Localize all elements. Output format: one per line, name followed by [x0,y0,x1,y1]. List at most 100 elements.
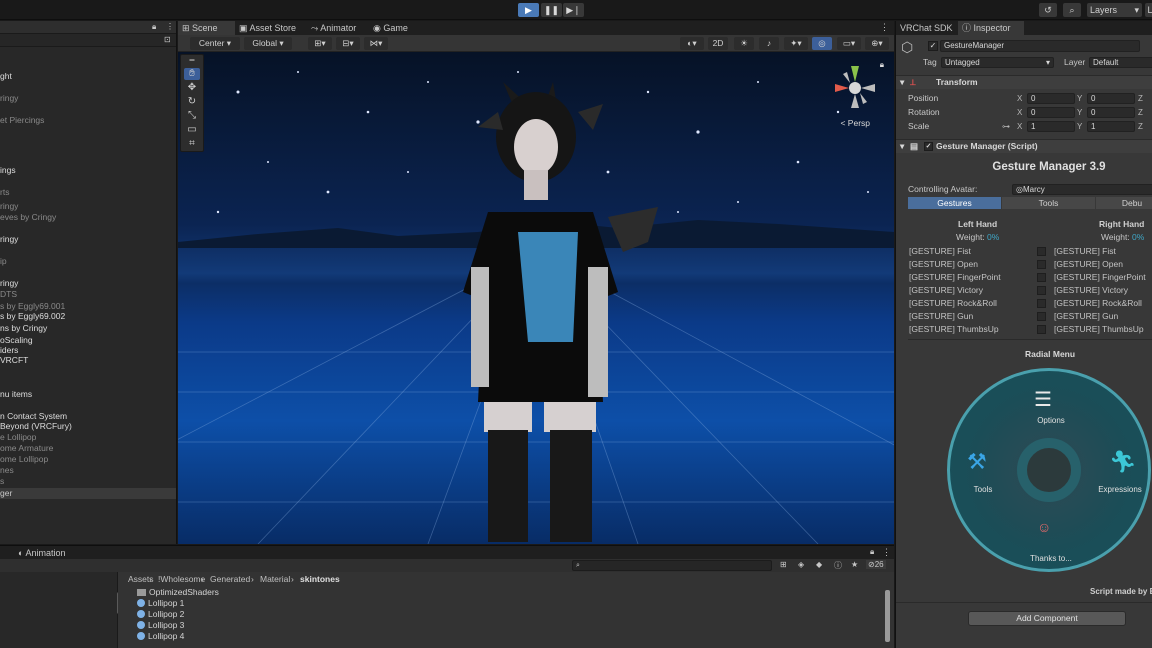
hierarchy-item[interactable]: nu items [0,389,32,400]
hierarchy-item[interactable]: e Lollipop [0,432,36,443]
right-gesture-item[interactable]: [GESTURE] FingerPoint [1054,271,1146,283]
search-icon[interactable]: ⌕ [1063,3,1081,17]
scene-viewport[interactable]: ═ ✋︎ ✥ ↻ ⤡ ▭ ⌗ < Persp 🔒︎ [178,52,894,544]
tab-game[interactable]: ◉ Game [369,21,419,35]
breadcrumb-item[interactable]: Generated [210,572,250,586]
hierarchy-item[interactable]: ome Lollipop [0,454,48,465]
radial-tools-label[interactable]: Tools [953,485,1013,494]
lock-icon[interactable]: 🔒︎ [870,547,874,557]
gesture-checkbox[interactable] [1037,247,1046,256]
file-item[interactable]: Lollipop 3 [137,620,184,631]
camera-button[interactable]: ▭▾ [837,37,861,50]
left-gesture-item[interactable]: [GESTURE] FingerPoint [909,271,1001,283]
right-gesture-item[interactable]: [GESTURE] Rock&Roll [1054,297,1142,309]
drag-handle-icon[interactable]: ═ [184,55,200,67]
file-item[interactable]: OptimizedShaders [137,587,219,598]
right-gesture-item[interactable]: [GESTURE] Open [1054,258,1123,270]
tab-debug[interactable]: Debu [1096,197,1152,209]
tools-icon[interactable]: ⚒ [967,449,987,475]
file-item[interactable]: Lollipop 2 [137,609,184,620]
layout-dropdown[interactable]: L [1145,3,1152,17]
add-component-button[interactable]: Add Component [968,611,1126,626]
hierarchy-item[interactable]: ringy [0,201,18,212]
radial-options-label[interactable]: Options [1021,416,1081,425]
hierarchy-item[interactable]: nes [0,465,14,476]
hierarchy-item[interactable]: ringy [0,93,18,104]
hierarchy-item[interactable]: ringy [0,234,18,245]
more-icon[interactable]: ⋮ [882,547,891,558]
tab-asset-store[interactable]: ▣ Asset Store [235,21,307,35]
right-gesture-item[interactable]: [GESTURE] Gun [1054,310,1118,322]
hierarchy-item[interactable]: rts [0,187,9,198]
hierarchy-item[interactable]: s by Eggly69.002 [0,311,65,322]
tag-dropdown[interactable]: Untagged ▾ [941,57,1054,68]
step-button[interactable]: ▶❘ [563,3,584,17]
visibility-button[interactable]: ◎ [812,37,832,50]
hierarchy-item[interactable]: et Piercings [0,115,44,126]
script-header[interactable]: ▾ ▤ ✓ Gesture Manager (Script) [896,139,1152,153]
hierarchy-item[interactable]: ome Armature [0,443,53,454]
tab-animation[interactable]: ◐ Animation [14,546,84,560]
layers-dropdown[interactable]: Layers ▾ [1087,3,1142,17]
space-dropdown[interactable]: Global ▾ [244,37,292,50]
left-gesture-item[interactable]: [GESTURE] Fist [909,245,971,257]
scale-tool-icon[interactable]: ⤡ [184,110,200,122]
transform-tool-icon[interactable]: ⌗ [184,138,200,150]
position-y-field[interactable]: 0 [1087,93,1135,104]
lighting-button[interactable]: ☀ [734,37,754,50]
play-button[interactable]: ▶ [518,3,539,17]
breadcrumb-item[interactable]: Material [260,572,290,586]
search-icon[interactable]: ⊡ [164,35,171,44]
gesture-checkbox[interactable] [1037,312,1046,321]
label-icon[interactable]: ◆ [816,560,822,569]
star-icon[interactable]: ★ [851,560,858,569]
object-name-field[interactable]: GestureManager [940,40,1140,52]
tab-inspector[interactable]: ⓘ Inspector [958,21,1024,35]
project-search-input[interactable]: ⌕ [572,560,772,571]
tab-gestures[interactable]: Gestures [908,197,1001,209]
hierarchy-item[interactable]: ings [0,165,16,176]
more-icon[interactable]: ⋮ [880,22,889,33]
file-item[interactable]: Lollipop 1 [137,598,184,609]
rotation-x-field[interactable]: 0 [1027,107,1075,118]
hierarchy-item[interactable]: s [0,476,4,487]
transform-header[interactable]: ▾ ⟂ Transform [896,75,1152,89]
left-gesture-item[interactable]: [GESTURE] Open [909,258,978,270]
hierarchy-item[interactable]: ringy [0,278,18,289]
position-x-field[interactable]: 0 [1027,93,1075,104]
move-tool-icon[interactable]: ✥ [184,82,200,94]
grid-snap-button[interactable]: ⊞▾ [308,37,332,50]
mode-2d-button[interactable]: 2D [708,37,728,50]
gesture-checkbox[interactable] [1037,325,1046,334]
shading-mode-button[interactable]: ◐▾ [680,37,704,50]
hidden-count-badge[interactable]: ⊘26 [866,560,886,569]
hierarchy-item[interactable]: ns by Cringy [0,323,47,334]
tab-animator[interactable]: ⤳ Animator [307,21,369,35]
hierarchy-item[interactable]: ger [0,488,176,499]
more-icon[interactable]: ⋮ [166,22,174,31]
radial-center-button[interactable] [1017,438,1081,502]
gesture-checkbox[interactable] [1037,299,1046,308]
hierarchy-item[interactable]: ght [0,71,12,82]
file-item[interactable]: Lollipop 4 [137,631,184,642]
hierarchy-search[interactable]: ⊡ [0,34,176,47]
tab-vrchat-sdk[interactable]: VRChat SDK [896,21,956,35]
snap-settings-button[interactable]: ⊟▾ [336,37,360,50]
filter-icon[interactable]: ⊞ [780,560,787,569]
thanks-icon[interactable]: ☺ [1037,519,1051,535]
hierarchy-item[interactable]: DTS [0,289,17,300]
pause-button[interactable]: ❚❚ [541,3,562,17]
right-gesture-item[interactable]: [GESTURE] Victory [1054,284,1128,296]
link-icon[interactable]: ⊶ [1002,120,1010,133]
audio-button[interactable]: ♪ [759,37,779,50]
info-icon[interactable]: ⓘ [834,560,842,571]
left-gesture-item[interactable]: [GESTURE] Gun [909,310,973,322]
expressions-icon[interactable]: 🏃︎ [1109,449,1137,475]
tab-scene[interactable]: ⊞ Scene [178,21,235,35]
left-gesture-item[interactable]: [GESTURE] Rock&Roll [909,297,997,309]
scrollbar[interactable] [885,590,890,642]
layer-dropdown[interactable]: Default [1089,57,1152,68]
history-icon[interactable]: ↺ [1039,3,1057,17]
perspective-toggle[interactable]: < Persp [840,118,870,128]
right-gesture-item[interactable]: [GESTURE] ThumbsUp [1054,323,1144,335]
